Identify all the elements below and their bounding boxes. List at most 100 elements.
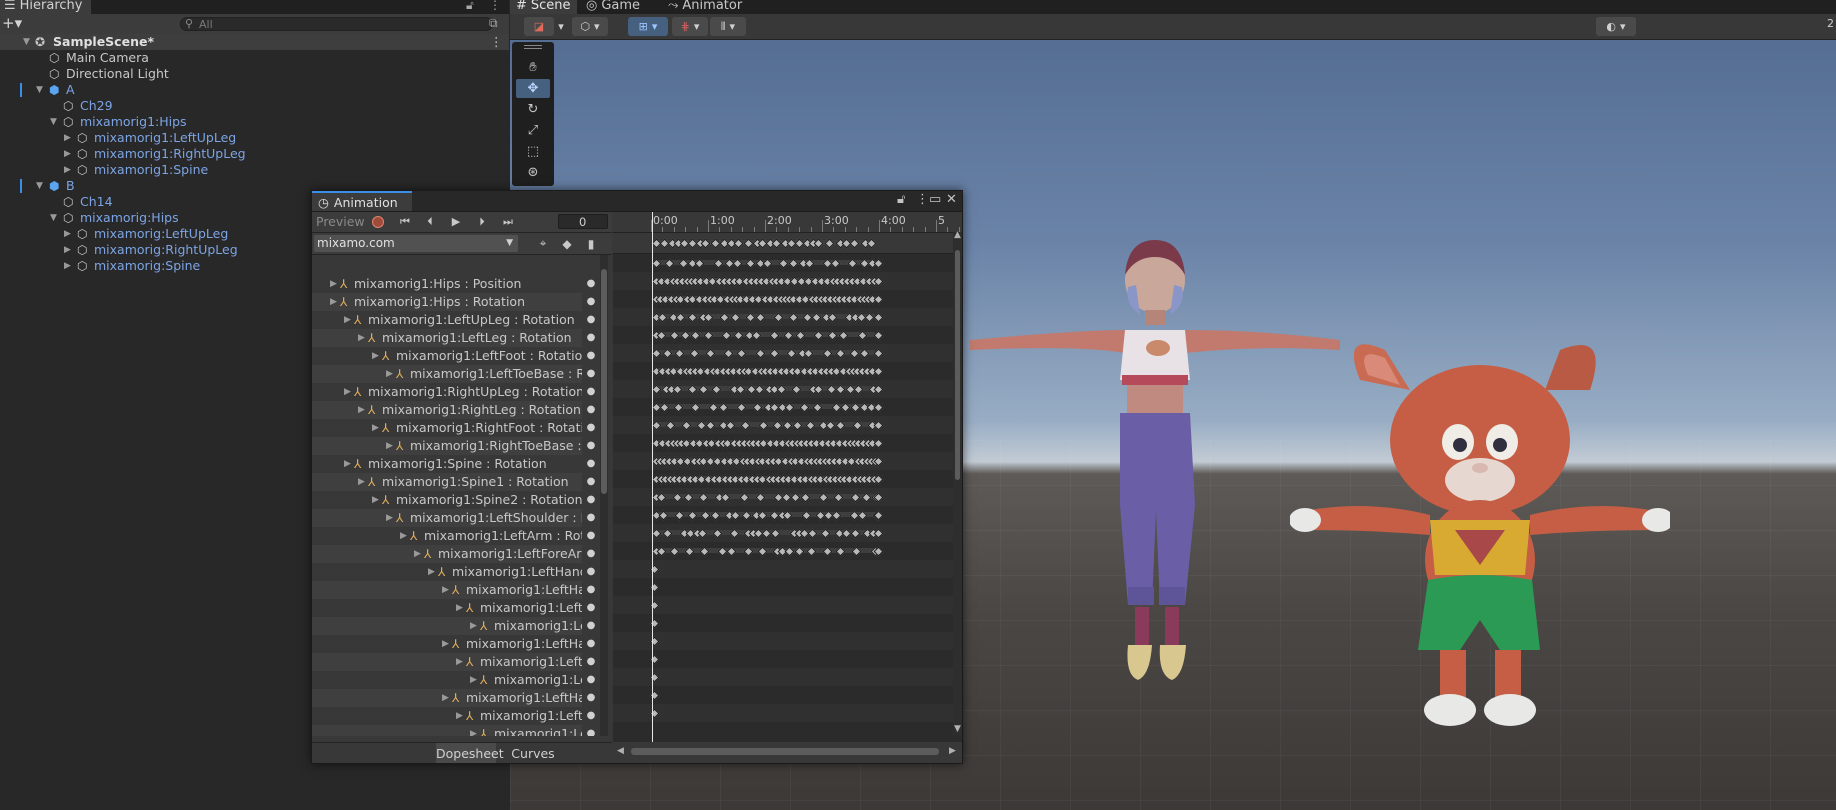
property-options-icon[interactable]: ● [582,509,600,527]
keyframe-row[interactable] [613,308,953,326]
move-tool-button[interactable]: ✥ [516,79,550,98]
increment-snap-button[interactable]: ⋕ ▾ [672,17,708,36]
keyframe-row[interactable] [613,632,953,650]
keyframe-row[interactable] [613,380,953,398]
property-options-icon[interactable]: ● [582,527,600,545]
transform-tool-button[interactable]: ⊛ [516,163,550,182]
scroll-right-icon[interactable]: ▶ [949,746,956,756]
draw-mode-button[interactable]: ◐ ▾ [1596,17,1636,36]
keyframe-row[interactable] [613,668,953,686]
property-options-icon[interactable]: ● [582,401,600,419]
keyframe[interactable] [873,384,884,395]
property-options-icon[interactable]: ● [582,581,600,599]
keyframe[interactable] [873,528,884,539]
scrollbar-thumb[interactable] [631,748,939,755]
dopesheet-timeline[interactable]: 0:00 1:00 2:00 3:00 4:00 5 ▲ ▼ ◀ ▶ [613,212,962,763]
keyframe-row[interactable] [613,542,953,560]
keyframe-row[interactable] [613,560,953,578]
property-row[interactable]: ▶ ⅄ mixamorig1:RightLeg : Rotation ● [312,401,600,419]
keyframe-row[interactable] [613,578,953,596]
tree-row[interactable]: ▼ ⬢ A [0,82,509,98]
kebab-menu-icon[interactable]: ⋮ [489,0,501,12]
preview-toggle[interactable]: Preview [316,212,365,231]
scroll-down-icon[interactable]: ▼ [954,724,961,734]
collapse-arrow-icon[interactable]: ▶ [64,258,71,274]
collapse-arrow-icon[interactable]: ▶ [358,473,365,491]
property-options-icon[interactable]: ● [582,491,600,509]
property-row[interactable]: ▶ ⅄ mixamorig1:LeftFoot : Rotation ● [312,347,600,365]
tab-dopesheet[interactable]: Dopesheet [436,743,504,763]
align-button[interactable]: ⫴ ▾ [710,17,746,36]
keyframe[interactable] [873,258,884,269]
add-event-button[interactable]: ▮ [580,235,602,252]
expand-arrow-icon[interactable]: ▼ [50,210,57,226]
keyframe-row[interactable] [613,254,953,272]
collapse-arrow-icon[interactable]: ▶ [470,671,477,689]
keyframe-row[interactable] [613,686,953,704]
add-dropdown-button[interactable]: +▾ [2,14,22,32]
tree-row-scene[interactable]: ▼ ✪ SampleScene* ⋮ [0,34,509,50]
keyframe-row[interactable] [613,470,953,488]
property-row[interactable]: ▶⅄mixamorig1:LeftHandMiddle3● [312,671,600,689]
property-options-icon[interactable]: ● [582,563,600,581]
property-options-icon[interactable]: ● [582,545,600,563]
collapse-arrow-icon[interactable]: ▶ [386,437,393,455]
collapse-arrow-icon[interactable]: ▶ [456,653,463,671]
frame-input[interactable]: 0 [558,214,608,229]
collapse-arrow-icon[interactable]: ▶ [470,725,477,736]
lock-icon[interactable]: 🔓︎ [897,192,905,207]
keyframe[interactable] [873,348,884,359]
keyframe-area[interactable] [613,254,953,735]
keyframe-row[interactable] [613,290,953,308]
property-options-icon[interactable]: ● [582,725,600,736]
last-keyframe-button[interactable]: ⏭ [498,212,518,231]
collapse-arrow-icon[interactable]: ▶ [428,563,435,581]
animation-tab[interactable]: ◷ Animation [312,191,412,211]
collapse-arrow-icon[interactable]: ▶ [386,365,393,383]
keyframe-row[interactable] [613,326,953,344]
time-ruler[interactable]: 0:00 1:00 2:00 3:00 4:00 5 [613,212,962,233]
collapse-arrow-icon[interactable]: ▶ [456,707,463,725]
property-options-icon[interactable]: ● [582,329,600,347]
tab-curves[interactable]: Curves [498,743,568,763]
tab-scene[interactable]: # Scene [510,0,577,14]
property-options-icon[interactable]: ● [582,617,600,635]
prev-keyframe-button[interactable]: ⏴ [420,212,440,231]
keyframe-row[interactable] [613,272,953,290]
property-row[interactable]: ▶ ⅄ mixamorig1:Spine2 : Rotation ● [312,491,600,509]
collapse-arrow-icon[interactable]: ▶ [64,146,71,162]
expand-arrow-icon[interactable]: ▼ [36,82,43,98]
drag-handle-icon[interactable] [524,45,542,49]
collapse-arrow-icon[interactable]: ▶ [372,419,379,437]
character-b-cat[interactable] [1290,330,1670,750]
property-row[interactable]: ▶ ⅄ mixamorig1:LeftLeg : Rotation ● [312,329,600,347]
keyframe-row[interactable] [613,398,953,416]
keyframe[interactable] [873,330,884,341]
hierarchy-search-input[interactable]: ⚲ All [180,17,493,31]
record-button[interactable] [372,216,384,228]
property-row[interactable]: ▶⅄mixamorig1:LeftHandMiddle2● [312,653,600,671]
summary-keyframe-row[interactable] [613,233,953,254]
keyframe-row[interactable] [613,704,953,722]
property-row[interactable]: ▶ ⅄ mixamorig1:Spine : Rotation ● [312,455,600,473]
scene-menu-icon[interactable]: ⋮ [490,34,503,50]
property-options-icon[interactable]: ● [582,653,600,671]
property-row[interactable]: ▶⅄mixamorig1:LeftHandIndex2● [312,599,600,617]
collapse-arrow-icon[interactable]: ▶ [358,329,365,347]
property-row[interactable]: ▶⅄ mixamorig1:LeftHand : Rotation● [312,563,600,581]
keyframe[interactable] [873,312,884,323]
property-options-icon[interactable]: ● [582,275,600,293]
property-options-icon[interactable]: ● [582,347,600,365]
keyframe[interactable] [873,294,884,305]
collapse-arrow-icon[interactable]: ▶ [330,275,337,293]
property-options-icon[interactable]: ● [582,689,600,707]
keyframe-row[interactable] [613,506,953,524]
search-by-type-icon[interactable]: ⧉ [489,16,498,31]
property-scrollbar[interactable] [600,255,608,736]
expand-arrow-icon[interactable]: ▼ [36,178,43,194]
tree-row[interactable]: ⬡ Directional Light [0,66,509,82]
filter-by-selection-button[interactable]: ⌖ [532,235,554,252]
collapse-arrow-icon[interactable]: ▶ [64,242,71,258]
hierarchy-tab[interactable]: ☰ Hierarchy [0,0,91,14]
keyframe-row[interactable] [613,344,953,362]
